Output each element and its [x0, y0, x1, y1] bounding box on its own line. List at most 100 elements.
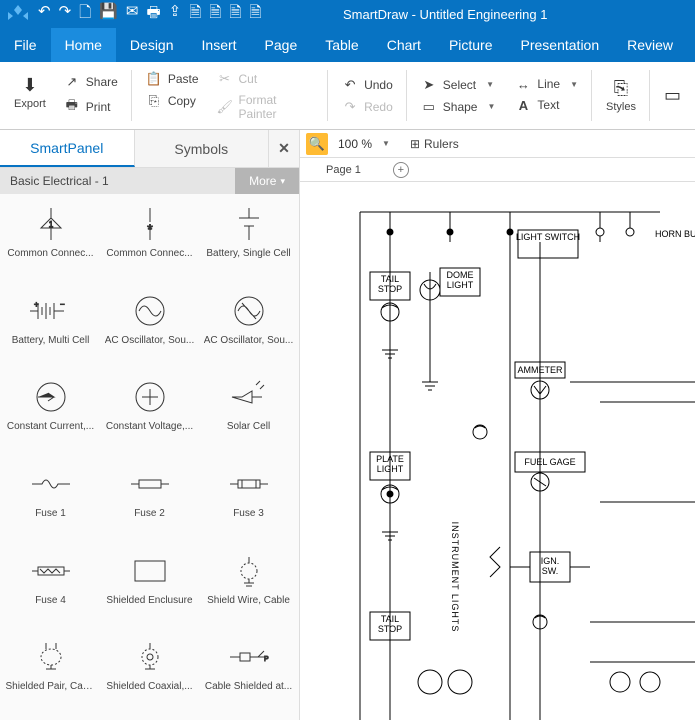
- cursor-icon: ➤: [421, 77, 437, 93]
- select-button[interactable]: ➤Select▼: [417, 76, 500, 94]
- pdf-icon[interactable]: 🗎: [189, 2, 201, 27]
- symbol-item[interactable]: +−Battery, Multi Cell: [2, 285, 99, 370]
- symbol-label: Solar Cell: [204, 421, 294, 432]
- symbol-item[interactable]: AC Oscillator, Sou...: [200, 285, 297, 370]
- symbol-preview: [115, 375, 185, 419]
- svg-text:+: +: [34, 300, 39, 309]
- print-icon[interactable]: 🖶: [146, 2, 160, 27]
- svg-text:AMMETER: AMMETER: [518, 365, 564, 375]
- undo-icon[interactable]: ↶: [38, 2, 51, 27]
- document-title: SmartDraw - Untitled Engineering 1: [261, 7, 689, 22]
- symbol-item[interactable]: Solar Cell: [200, 371, 297, 456]
- symbol-label: Shield Wire, Cable: [204, 595, 294, 606]
- symbol-item[interactable]: Fuse 3: [200, 458, 297, 543]
- shape-button[interactable]: ▭Shape▼: [417, 98, 500, 116]
- new-icon[interactable]: 🗋: [79, 2, 91, 27]
- symbol-item[interactable]: PCable Shielded at...: [200, 631, 297, 716]
- menu-bar: File Home Design Insert Page Table Chart…: [0, 28, 695, 62]
- symbol-item[interactable]: AC Oscillator, Sou...: [101, 285, 198, 370]
- symbol-label: Fuse 4: [6, 595, 96, 606]
- symbol-item[interactable]: Battery, Single Cell: [200, 198, 297, 283]
- redo-button[interactable]: ↷Redo: [338, 98, 397, 116]
- menu-review[interactable]: Review: [613, 28, 687, 62]
- symbol-item[interactable]: Fuse 4: [2, 545, 99, 630]
- symbol-label: Fuse 3: [204, 508, 294, 519]
- symbol-item[interactable]: * Common Connec...: [101, 198, 198, 283]
- svg-text:1: 1: [48, 220, 53, 229]
- zoom-value[interactable]: 100 %: [338, 137, 372, 151]
- copy-icon: ⎘: [146, 93, 162, 109]
- doc-icon[interactable]: 🗎: [209, 2, 221, 27]
- brush-icon: 🖌: [217, 99, 233, 115]
- cut-button[interactable]: ✂Cut: [213, 70, 319, 88]
- panel-close-button[interactable]: ✕: [269, 130, 299, 167]
- symbol-preview: 1: [16, 202, 86, 246]
- menu-table[interactable]: Table: [311, 28, 372, 62]
- redo-icon[interactable]: ↷: [59, 2, 72, 27]
- symbols-grid: 1Common Connec... * Common Connec... Batter…: [0, 194, 299, 720]
- menu-picture[interactable]: Picture: [435, 28, 507, 62]
- export2-icon[interactable]: 🗎: [249, 2, 261, 27]
- menu-design[interactable]: Design: [116, 28, 188, 62]
- rulers-icon: ⊞: [410, 137, 420, 151]
- more-symbols-button[interactable]: More: [235, 168, 299, 194]
- save-icon[interactable]: 💾: [99, 2, 118, 27]
- line-button[interactable]: ↔Line▼: [511, 76, 582, 93]
- more-icon: ▭: [664, 85, 681, 106]
- symbol-item[interactable]: Constant Voltage,...: [101, 371, 198, 456]
- zoom-button[interactable]: 🔍: [306, 133, 328, 155]
- export-button[interactable]: ⬇ Export: [10, 73, 50, 112]
- undo-button[interactable]: ↶Undo: [338, 76, 397, 94]
- symbol-label: Battery, Single Cell: [204, 248, 294, 259]
- menu-insert[interactable]: Insert: [188, 28, 251, 62]
- symbol-item[interactable]: Fuse 2: [101, 458, 198, 543]
- symbol-preview: [16, 549, 86, 593]
- page-tab-1[interactable]: Page 1: [306, 162, 381, 178]
- print-button[interactable]: 🖶Print: [60, 95, 122, 119]
- paste-button[interactable]: 📋Paste: [142, 70, 203, 88]
- app-logo: [6, 4, 30, 24]
- undo-arrow-icon: ↶: [342, 77, 358, 93]
- printer-icon: 🖶: [64, 96, 80, 118]
- redo-arrow-icon: ↷: [342, 99, 358, 115]
- symbol-item[interactable]: 1Common Connec...: [2, 198, 99, 283]
- menu-page[interactable]: Page: [251, 28, 312, 62]
- symbol-label: Constant Voltage,...: [105, 421, 195, 432]
- symbol-label: Shielded Enclusure: [105, 595, 195, 606]
- text-button[interactable]: AText: [511, 97, 582, 114]
- symbol-category[interactable]: Basic Electrical - 1: [0, 168, 235, 194]
- symbol-label: Fuse 1: [6, 508, 96, 519]
- symbol-preview: [16, 462, 86, 506]
- more-button[interactable]: ▭: [660, 83, 685, 108]
- symbol-item[interactable]: Shield Wire, Cable: [200, 545, 297, 630]
- add-page-button[interactable]: +: [393, 162, 409, 178]
- symbol-item[interactable]: Shielded Pair, Cable: [2, 631, 99, 716]
- line-icon: ↔: [515, 77, 531, 92]
- symbol-label: Common Connec...: [105, 248, 195, 259]
- svg-text:PLATELIGHT: PLATELIGHT: [376, 454, 404, 474]
- mail-icon[interactable]: ✉: [126, 2, 139, 27]
- symbol-item[interactable]: Shielded Coaxial,...: [101, 631, 198, 716]
- menu-home[interactable]: Home: [51, 28, 116, 62]
- format-painter-button[interactable]: 🖌Format Painter: [213, 92, 319, 122]
- symbol-preview: *: [115, 202, 185, 246]
- share-button[interactable]: ↗Share: [60, 73, 122, 91]
- symbol-item[interactable]: Constant Current,...: [2, 371, 99, 456]
- chevron-down-icon: ▼: [486, 80, 494, 89]
- symbol-item[interactable]: Fuse 1: [2, 458, 99, 543]
- tab-symbols[interactable]: Symbols: [135, 130, 270, 167]
- rulers-button[interactable]: ⊞ Rulers: [410, 137, 459, 151]
- zoom-chevron-icon[interactable]: ▼: [382, 139, 390, 148]
- symbol-preview: [214, 375, 284, 419]
- menu-support[interactable]: Support: [687, 28, 695, 62]
- menu-chart[interactable]: Chart: [373, 28, 435, 62]
- menu-presentation[interactable]: Presentation: [507, 28, 614, 62]
- export-icon[interactable]: 🗎: [229, 2, 241, 27]
- share-icon[interactable]: ⇪: [169, 2, 182, 27]
- menu-file[interactable]: File: [0, 28, 51, 62]
- symbol-item[interactable]: Shielded Enclusure: [101, 545, 198, 630]
- copy-button[interactable]: ⎘Copy: [142, 92, 203, 110]
- drawing-canvas[interactable]: LIGHT SWITCH HORN BU TAILSTOP DOMELIGHT …: [300, 182, 695, 720]
- styles-button[interactable]: ⎘ Styles: [602, 76, 640, 115]
- tab-smartpanel[interactable]: SmartPanel: [0, 130, 135, 167]
